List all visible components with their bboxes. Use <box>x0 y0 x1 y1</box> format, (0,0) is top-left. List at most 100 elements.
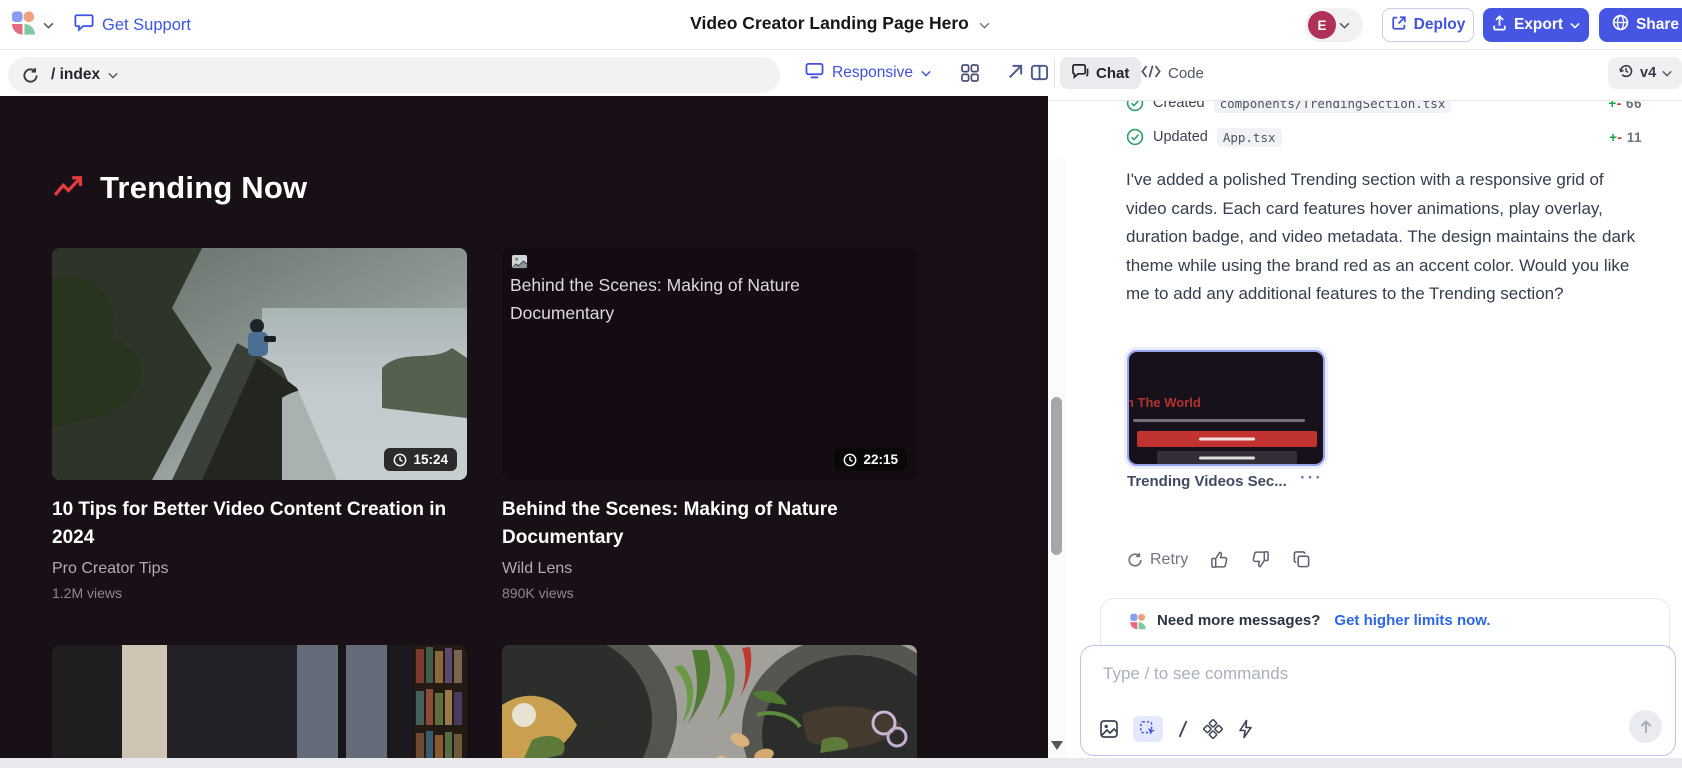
artifact-headline-fragment: h The World <box>1127 395 1201 410</box>
history-icon <box>1618 63 1634 83</box>
components-diamond-icon[interactable] <box>1203 719 1223 739</box>
video-thumbnail-broken: Behind the Scenes: Making of Nature Docu… <box>502 248 917 480</box>
video-channel: Pro Creator Tips <box>52 560 467 578</box>
retry-label: Retry <box>1150 551 1188 569</box>
retry-button[interactable]: Retry <box>1127 551 1188 569</box>
chat-scrollbar <box>1048 101 1066 758</box>
attach-image-icon[interactable] <box>1099 719 1119 739</box>
split-view-icon[interactable] <box>1030 63 1050 83</box>
get-support-label: Get Support <box>102 16 191 35</box>
artifact-preview-card[interactable]: h The World <box>1127 350 1325 466</box>
video-title: Behind the Scenes: Making of Nature Docu… <box>502 496 902 552</box>
input-toolbar <box>1099 716 1254 742</box>
thumbs-down-icon[interactable] <box>1251 550 1270 569</box>
select-element-tool[interactable] <box>1133 716 1163 742</box>
app-window: Get Support Video Creator Landing Page H… <box>0 0 1682 768</box>
event-file-chip: components/TrendingSection.tsx <box>1214 101 1452 113</box>
video-card[interactable]: 15:24 10 Tips for Better Video Content C… <box>52 248 467 601</box>
trending-section-header: Trending Now <box>52 170 307 206</box>
refresh-icon[interactable] <box>22 67 39 84</box>
chevron-down-icon <box>1339 16 1350 34</box>
assistant-message: I've added a polished Trending section w… <box>1126 166 1638 309</box>
artifact-more-menu[interactable]: ··· <box>1300 468 1323 488</box>
broken-image-icon <box>510 254 529 271</box>
video-card[interactable]: Behind the Scenes: Making of Nature Docu… <box>502 248 917 601</box>
video-thumbnail-photo: 15:24 <box>52 248 467 480</box>
tabbar-divider <box>1048 100 1682 101</box>
external-link-icon <box>1391 15 1407 36</box>
components-grid-icon[interactable] <box>960 63 980 83</box>
account-menu[interactable]: E <box>1305 8 1363 42</box>
image-alt-text: Behind the Scenes: Making of Nature Docu… <box>510 254 855 327</box>
send-button[interactable] <box>1629 710 1662 743</box>
globe-icon <box>1612 14 1629 36</box>
scroll-down-arrow[interactable] <box>1051 741 1063 750</box>
scrollbar-thumb[interactable] <box>1051 397 1062 555</box>
artifact-label[interactable]: Trending Videos Sec... <box>1127 473 1287 490</box>
share-button[interactable]: Share <box>1599 8 1682 42</box>
duration-badge: 22:15 <box>834 448 907 471</box>
export-button[interactable]: Export <box>1483 8 1589 42</box>
select-cursor-icon <box>1139 720 1157 738</box>
device-mode-label: Responsive <box>832 64 913 82</box>
get-support-link[interactable]: Get Support <box>74 13 191 37</box>
deploy-label: Deploy <box>1414 16 1466 34</box>
clock-icon <box>393 453 407 467</box>
window-bottom-edge <box>0 758 1682 768</box>
document-title[interactable]: Video Creator Landing Page Hero <box>600 13 1080 34</box>
file-change-events: Created components/TrendingSection.tsx +… <box>1048 101 1682 159</box>
artifact-secondary-button <box>1157 451 1297 464</box>
upload-icon <box>1492 15 1507 36</box>
chevron-down-icon <box>921 70 931 77</box>
duration-badge: 15:24 <box>384 448 457 471</box>
monitor-icon <box>805 62 824 84</box>
clock-icon <box>843 453 857 467</box>
video-card-partial[interactable] <box>502 645 917 768</box>
event-action: Created <box>1153 101 1205 111</box>
video-views: 890K views <box>502 585 917 601</box>
chat-input-box[interactable] <box>1080 645 1676 756</box>
app-logo-menu[interactable] <box>10 10 58 40</box>
toolbar: / index Responsive Chat <box>0 50 1682 96</box>
duration-text: 22:15 <box>863 452 898 467</box>
zap-icon[interactable] <box>1237 719 1254 739</box>
route-path: / index <box>51 66 100 84</box>
chat-input[interactable] <box>1103 664 1533 684</box>
video-views: 1.2M views <box>52 585 467 601</box>
document-title-text: Video Creator Landing Page Hero <box>690 13 969 34</box>
thumbs-up-icon[interactable] <box>1210 550 1229 569</box>
slash-command-icon[interactable] <box>1177 719 1189 739</box>
file-event-row[interactable]: Created components/TrendingSection.tsx +… <box>1126 101 1674 118</box>
chat-bubble-icon <box>74 13 94 37</box>
video-thumbnail-photo <box>502 645 917 768</box>
toolbar-divider <box>1054 58 1055 88</box>
site-preview-canvas: Trending Now <box>0 96 1048 768</box>
artifact-subtext-placeholder <box>1133 419 1305 422</box>
tab-code[interactable]: Code <box>1133 57 1212 89</box>
version-history-button[interactable]: v4 <box>1608 57 1682 89</box>
chevron-down-icon <box>43 16 54 34</box>
banner-text: Need more messages? <box>1157 612 1320 629</box>
chevron-down-icon <box>1662 70 1672 77</box>
event-file-chip: App.tsx <box>1217 128 1282 147</box>
copy-icon[interactable] <box>1292 550 1311 569</box>
app-logo-icon <box>10 9 37 42</box>
get-higher-limits-link[interactable]: Get higher limits now. <box>1334 612 1490 629</box>
chevron-down-icon <box>108 72 118 79</box>
artifact-primary-button <box>1137 431 1317 447</box>
file-event-row[interactable]: Updated App.tsx +- 11 <box>1126 122 1674 152</box>
retry-icon <box>1127 552 1143 568</box>
section-title: Trending Now <box>100 170 307 206</box>
open-in-new-tab-icon[interactable] <box>1005 63 1025 83</box>
video-card-partial[interactable] <box>52 645 467 768</box>
route-selector[interactable]: / index <box>51 66 118 84</box>
share-label: Share <box>1636 16 1679 34</box>
code-tab-label: Code <box>1168 65 1204 82</box>
tab-chat[interactable]: Chat <box>1060 57 1141 89</box>
device-mode-selector[interactable]: Responsive <box>805 62 931 84</box>
chat-tab-label: Chat <box>1096 65 1129 82</box>
deploy-button[interactable]: Deploy <box>1382 8 1474 42</box>
trending-up-icon <box>52 172 86 205</box>
export-label: Export <box>1514 16 1563 34</box>
version-label: v4 <box>1640 65 1656 81</box>
